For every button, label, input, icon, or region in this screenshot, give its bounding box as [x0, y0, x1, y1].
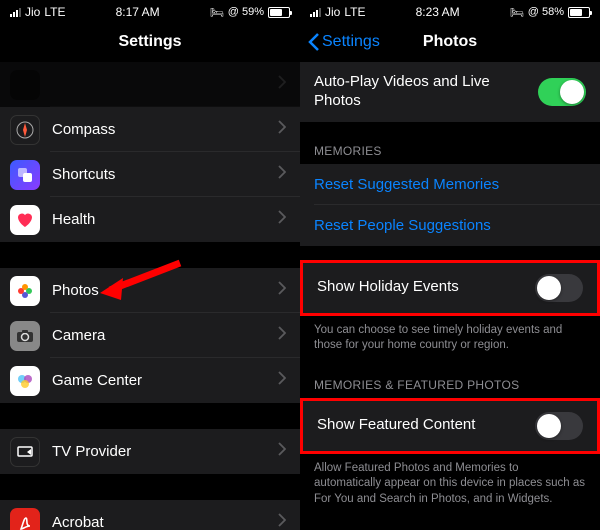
network: LTE: [44, 5, 65, 19]
featured-label: Show Featured Content: [317, 416, 535, 435]
camera-icon: [10, 321, 40, 351]
signal-icon: [310, 8, 321, 17]
battery-icon: [568, 7, 590, 18]
status-bar: Jio LTE 8:17 AM 🛏 @ 59%: [0, 0, 300, 22]
navbar: Settings: [0, 22, 300, 62]
list-item-shortcuts[interactable]: Shortcuts: [0, 152, 300, 197]
settings-screen: Jio LTE 8:17 AM 🛏 @ 59% Settings Compass…: [0, 0, 300, 530]
reset-memories-button[interactable]: Reset Suggested Memories: [300, 164, 600, 205]
featured-switch[interactable]: [535, 412, 583, 440]
autoplay-toggle-row[interactable]: Auto-Play Videos and Live Photos: [300, 62, 600, 122]
chevron-left-icon: [308, 33, 320, 51]
chevron-right-icon: [278, 442, 286, 461]
acrobat-icon: [10, 508, 40, 530]
autoplay-switch[interactable]: [538, 78, 586, 106]
chevron-right-icon: [278, 120, 286, 139]
network: LTE: [344, 5, 365, 19]
chevron-right-icon: [278, 281, 286, 300]
navbar: Settings Photos: [300, 22, 600, 62]
featured-footer: Allow Featured Photos and Memories to au…: [300, 454, 600, 520]
battery-icon: [268, 7, 290, 18]
list-item-health[interactable]: Health: [0, 197, 300, 242]
chevron-right-icon: [278, 513, 286, 530]
chevron-right-icon: [278, 75, 286, 94]
chevron-right-icon: [278, 371, 286, 390]
reset-people-button[interactable]: Reset People Suggestions: [300, 205, 600, 246]
bed-icon: 🛏: [510, 6, 524, 19]
clock: 8:23 AM: [416, 5, 460, 19]
list-item-compass[interactable]: Compass: [0, 107, 300, 152]
holiday-label: Show Holiday Events: [317, 278, 535, 297]
compass-icon: [10, 115, 40, 145]
gamecenter-icon: [10, 366, 40, 396]
settings-list[interactable]: Compass Shortcuts Health Photos Camera: [0, 62, 300, 530]
list-item-tvprovider[interactable]: TV Provider: [0, 429, 300, 474]
list-item-gamecenter[interactable]: Game Center: [0, 358, 300, 403]
list-item-photos[interactable]: Photos: [0, 268, 300, 313]
carrier: Jio: [25, 5, 40, 19]
health-icon: [10, 205, 40, 235]
shortcuts-icon: [10, 160, 40, 190]
section-featured: MEMORIES & FEATURED PHOTOS: [300, 366, 600, 398]
autoplay-label: Auto-Play Videos and Live Photos: [314, 73, 538, 111]
holiday-footer: You can choose to see timely holiday eve…: [300, 316, 600, 366]
back-button[interactable]: Settings: [308, 33, 380, 51]
carrier: Jio: [325, 5, 340, 19]
page-title: Photos: [423, 33, 477, 51]
battery-pct: @ 59%: [228, 6, 264, 18]
signal-icon: [10, 8, 21, 17]
holiday-switch[interactable]: [535, 274, 583, 302]
photos-settings-screen: Jio LTE 8:23 AM 🛏 @ 58% Settings Photos …: [300, 0, 600, 530]
chevron-right-icon: [278, 210, 286, 229]
battery-pct: @ 58%: [528, 6, 564, 18]
app-icon: [10, 70, 40, 100]
holiday-toggle-row[interactable]: Show Holiday Events: [300, 260, 600, 316]
section-memories: MEMORIES: [300, 122, 600, 164]
page-title: Settings: [118, 33, 181, 51]
chevron-right-icon: [278, 165, 286, 184]
bed-icon: 🛏: [210, 6, 224, 19]
list-item[interactable]: [0, 62, 300, 107]
featured-toggle-row[interactable]: Show Featured Content: [300, 398, 600, 454]
chevron-right-icon: [278, 326, 286, 345]
status-bar: Jio LTE 8:23 AM 🛏 @ 58%: [300, 0, 600, 22]
clock: 8:17 AM: [116, 5, 160, 19]
photos-icon: [10, 276, 40, 306]
list-item-acrobat[interactable]: Acrobat: [0, 500, 300, 530]
tvprovider-icon: [10, 437, 40, 467]
list-item-camera[interactable]: Camera: [0, 313, 300, 358]
